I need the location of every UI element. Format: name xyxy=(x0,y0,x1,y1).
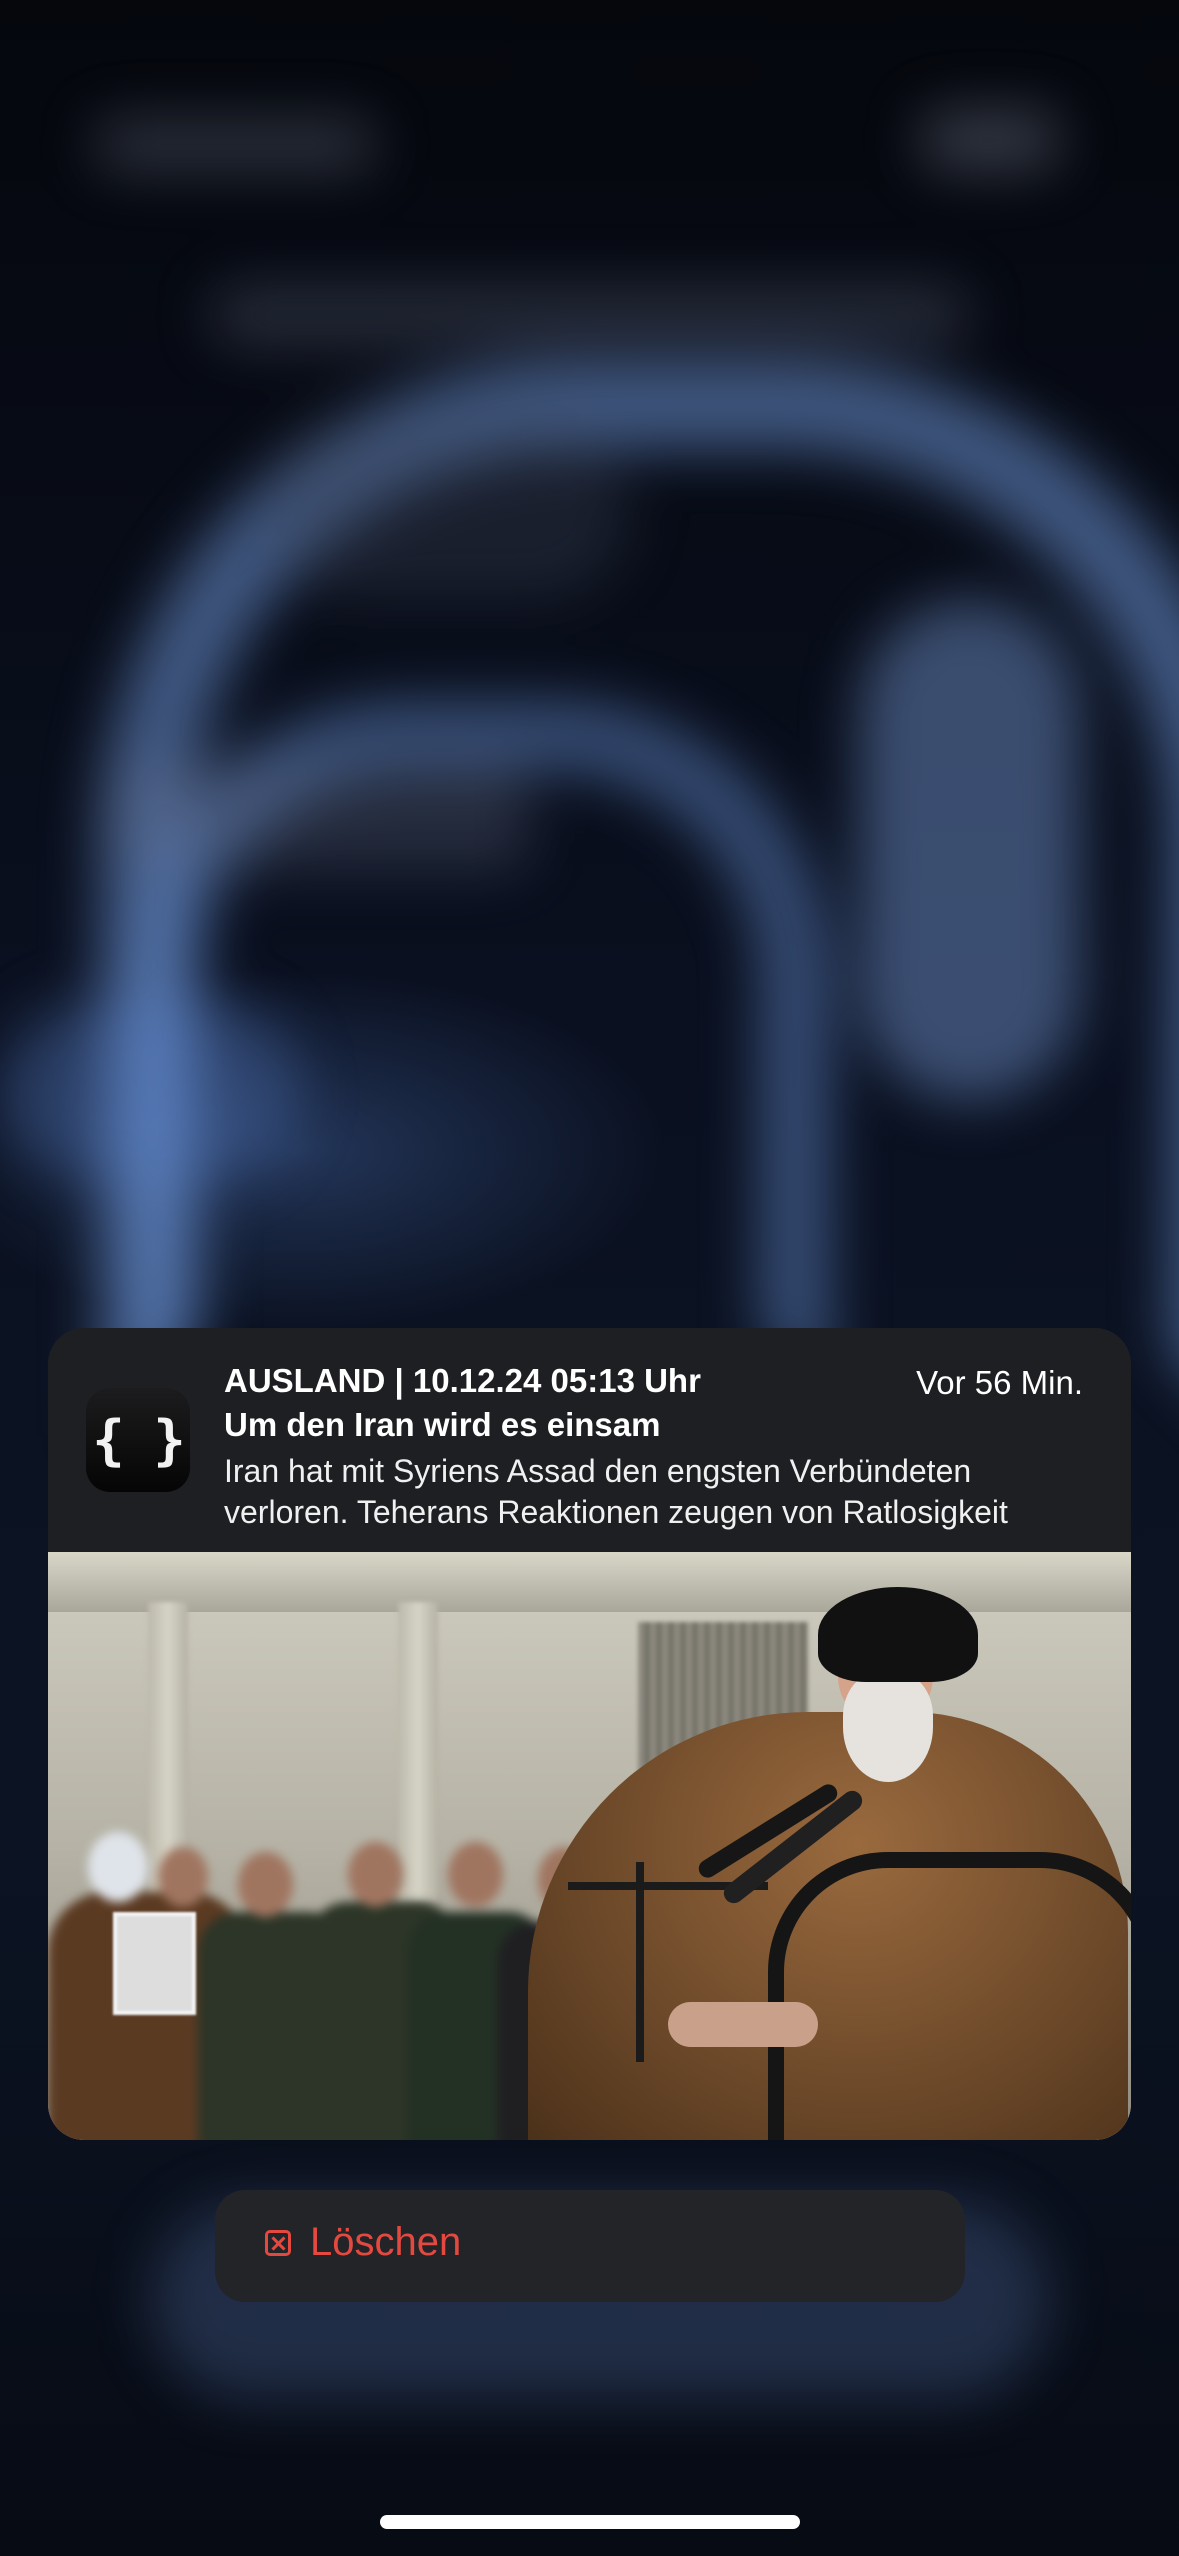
blurred-status-right xyxy=(920,110,1060,170)
blurred-status-left xyxy=(95,120,375,170)
blurred-clock xyxy=(270,420,630,600)
curly-braces-icon: { } xyxy=(86,1388,190,1492)
photo-cornice xyxy=(48,1552,1131,1612)
notification-time: Vor 56 Min. xyxy=(916,1364,1083,1401)
app-icon-glyph: { } xyxy=(92,1408,186,1472)
photo-speaker-beard xyxy=(843,1672,933,1782)
delete-label: Löschen xyxy=(310,2220,462,2264)
photo-chair xyxy=(768,1852,1131,2140)
crowd-head xyxy=(238,1852,293,1917)
crowd-head xyxy=(448,1842,503,1907)
photo-speaker-turban xyxy=(818,1587,978,1682)
notification-header[interactable]: { } AUSLAND | 10.12.24 05:13 Uhr Vor 56 … xyxy=(48,1328,1131,1552)
home-indicator[interactable] xyxy=(380,2515,800,2529)
background-glow-left xyxy=(0,1000,300,1180)
notification-category: AUSLAND | 10.12.24 05:13 Uhr xyxy=(224,1362,701,1399)
notification-image[interactable] xyxy=(48,1552,1131,2140)
x-square-icon xyxy=(265,2230,291,2256)
notification-body: Iran hat mit Syriens Assad den engsten V… xyxy=(224,1453,1008,1530)
notification-card[interactable]: { } AUSLAND | 10.12.24 05:13 Uhr Vor 56 … xyxy=(48,1328,1131,2140)
lock-screen: { } AUSLAND | 10.12.24 05:13 Uhr Vor 56 … xyxy=(0,0,1179,2556)
photo-speaker-hands xyxy=(668,2002,818,2047)
blurred-background xyxy=(0,0,1179,2556)
notification-title: Um den Iran wird es einsam xyxy=(224,1406,661,1443)
crowd-head xyxy=(158,1847,208,1907)
blurred-widget xyxy=(110,760,530,870)
delete-button[interactable]: Löschen xyxy=(215,2190,965,2302)
crowd-head xyxy=(348,1842,403,1907)
crowd-head xyxy=(88,1832,148,1902)
photo-mic-stand xyxy=(636,1862,644,2062)
held-photo xyxy=(113,1912,196,2015)
background-glow xyxy=(860,600,1080,1100)
blurred-date xyxy=(210,285,970,345)
